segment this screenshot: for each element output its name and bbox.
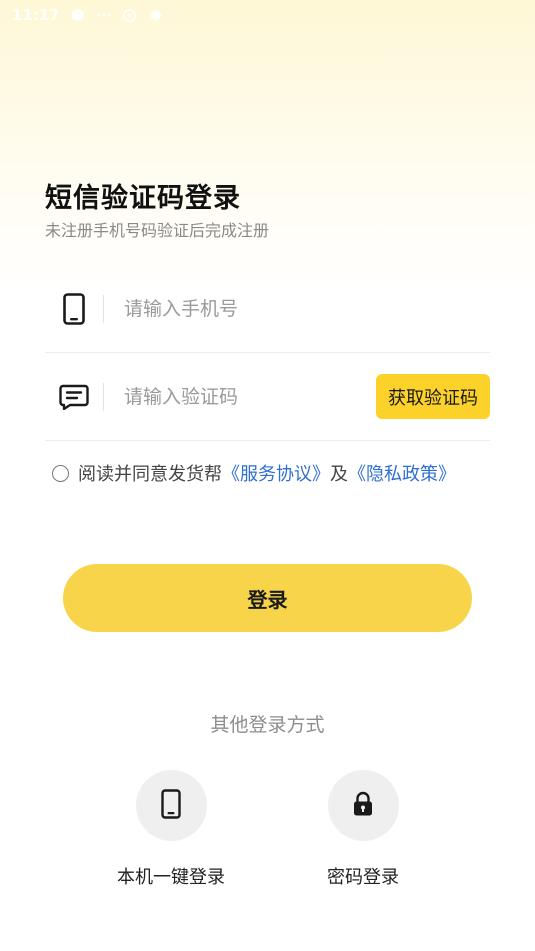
agreement-text: 阅读并同意发货帮 [78,464,222,485]
password-login-label: 密码登录 [327,867,399,888]
agreement-radio[interactable] [52,464,69,482]
one-click-login-label: 本机一键登录 [117,867,225,888]
other-login-title: 其他登录方式 [210,714,325,736]
service-agreement-link[interactable]: 《服务协议》 [222,460,330,486]
message-icon [45,384,103,410]
privacy-policy-link[interactable]: 《隐私政策》 [348,460,456,486]
status-time: 11:17 [12,6,60,24]
password-login-option[interactable]: 密码登录 [303,770,423,889]
page-subtitle: 未注册手机号码验证后完成注册 [45,221,270,240]
gear-icon [148,7,164,23]
phone-input[interactable] [124,297,490,320]
agreement-row: 阅读并同意发货帮 《服务协议》 及 《隐私政策》 [52,460,456,486]
page-title: 短信验证码登录 [45,183,241,214]
agreement-and-text: 及 [330,464,348,485]
notification-icon [70,7,86,23]
password-login-button[interactable] [327,770,399,841]
phone-field-row [45,265,490,353]
lock-icon [351,791,375,821]
one-click-login-option[interactable]: 本机一键登录 [111,770,231,889]
field-divider [103,294,104,323]
settings-icon [122,7,138,23]
phone-icon [45,292,103,325]
status-bar: 11:17 [0,0,535,30]
code-field-row: 获取验证码 [45,353,490,441]
get-code-button[interactable]: 获取验证码 [376,374,490,419]
signal-dots-icon [96,7,112,23]
code-input[interactable] [124,385,376,408]
login-button[interactable]: 登录 [63,564,472,632]
phone-icon [161,788,181,823]
field-divider [103,382,104,411]
one-click-login-button[interactable] [135,770,207,841]
